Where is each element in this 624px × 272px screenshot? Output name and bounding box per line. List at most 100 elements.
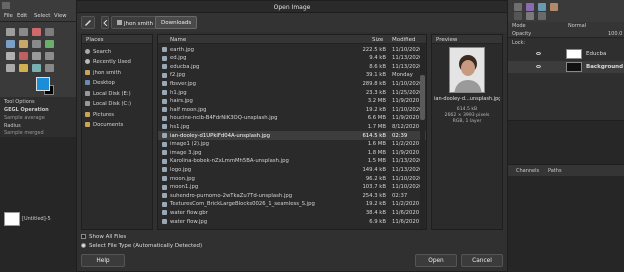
zoom-tool-icon[interactable] [45,64,54,72]
layer-thumbnail [566,49,582,59]
place-recently-used[interactable]: Recently Used [82,56,152,67]
file-row[interactable]: water flow.gbr 38.4 kB 11/6/2020 [158,208,426,217]
bucket-fill-tool-icon[interactable] [45,40,54,48]
gradients-icon[interactable] [550,3,558,11]
column-size-header[interactable]: Size [372,37,383,43]
radius-option[interactable]: Radius [4,123,21,129]
lock-label: Lock: [512,40,526,46]
scrollbar-thumb[interactable] [420,75,425,120]
file-row[interactable]: image 3.jpg 1.8 MB 11/9/2020 [158,148,426,157]
file-row[interactable]: ian-dooley-d1UPkiFd04A-unsplash.jpg 614.5… [158,131,426,140]
move-tool-icon[interactable] [6,28,15,36]
tab-paths[interactable]: Paths [548,168,562,174]
show-all-files-checkbox[interactable]: Show All Files [81,232,241,241]
warp-tool-icon[interactable] [19,40,28,48]
file-row[interactable]: Karolina-bobek-nZxLmmMh5BA-unsplash.jpg 1… [158,157,426,166]
mode-select[interactable]: Normal [568,23,586,29]
file-size: 1.6 MB [367,141,386,148]
file-row[interactable]: moon.jpg 96.2 kB 11/10/2020 [158,174,426,183]
place-disk-c[interactable]: Local Disk (C:) [82,98,152,109]
column-modified-header[interactable]: Modified [392,37,415,43]
file-row[interactable]: ed.jpg 9.4 kB 11/13/2020 [158,54,426,63]
patterns-icon[interactable] [526,3,534,11]
file-modified: 02:37 [392,192,408,199]
menu-select[interactable]: Select [34,13,50,19]
transform-tool-icon[interactable] [6,40,15,48]
file-modified: 11/9/2020 [392,149,420,156]
cancel-button[interactable]: Cancel [461,254,503,267]
preview-filename: ian-dooley-d...unsplash.jpg [434,96,500,102]
file-row[interactable]: logo.jpg 149.4 kB 11/13/2020 [158,165,426,174]
checkbox-box[interactable] [81,234,86,239]
tab-channels[interactable]: Channels [516,168,539,174]
place-documents[interactable]: Documents [82,119,152,130]
crop-tool-icon[interactable] [45,28,54,36]
place-desktop[interactable]: Desktop [82,77,152,88]
chevron-left-icon [103,19,108,27]
file-row[interactable]: f2.jpg 39.1 kB Monday [158,71,426,80]
file-row[interactable]: TexturesCom_BrickLargeBlocks0026_1_seaml… [158,200,426,209]
file-name: half moon.jpg [170,106,207,113]
menu-file[interactable]: File [4,13,13,19]
file-row[interactable]: hs1.jpg 1.7 MB 8/12/2020 [158,122,426,131]
smudge-tool-icon[interactable] [45,52,54,60]
color-picker-tool-icon[interactable] [32,64,41,72]
layers-tab-icon[interactable] [526,12,534,20]
file-row[interactable]: earth.jpg 222.5 kB 11/10/2020 [158,45,426,54]
free-select-tool-icon[interactable] [32,28,41,36]
file-row[interactable]: houcine-ncib-B4FdrNiK3OQ-unsplash.jpg 6.6… [158,114,426,123]
file-modified: 11/13/2020 [392,166,423,173]
column-name-header[interactable]: Name [170,37,186,43]
image-thumbnail[interactable] [4,212,20,226]
select-file-type-expander[interactable]: Select File Type (Automatically Detected… [81,241,241,250]
file-row[interactable]: moon1.jpg 103.7 kB 11/10/2020 [158,183,426,192]
file-row[interactable]: water flow.jpg 6.9 kB 11/6/2020 [158,217,426,226]
dialog-title: Open Image [273,4,311,11]
menu-edit[interactable]: Edit [17,13,27,19]
file-row[interactable]: half moon.jpg 19.2 kB 11/10/2020 [158,105,426,114]
expander-icon[interactable] [81,243,86,248]
place-label: Documents [93,121,124,128]
file-row[interactable]: hairs.jpg 3.2 MB 11/9/2020 [158,97,426,106]
clone-tool-icon[interactable] [32,52,41,60]
help-button[interactable]: Help [81,254,125,267]
text-tool-icon[interactable] [32,40,41,48]
eraser-tool-icon[interactable] [19,52,28,60]
pencil-icon [85,20,91,26]
file-name: moon.jpg [170,175,195,182]
layer-row[interactable]: Background [508,61,624,73]
file-list-scrollbar[interactable] [420,45,425,229]
path-left-arrow[interactable] [101,16,109,29]
file-row[interactable]: image1 (2).jpg 1.6 MB 11/2/2020 [158,140,426,149]
fonts-icon[interactable] [538,3,546,11]
dodge-tool-icon[interactable] [6,64,15,72]
history-icon[interactable] [514,12,522,20]
foreground-color-swatch[interactable] [36,77,50,91]
visibility-eye-icon[interactable] [536,65,541,68]
sample-average-option[interactable]: Sample average [4,115,45,121]
desktop-icon [85,80,90,85]
file-size: 289.8 kB [362,80,386,87]
path-button-user[interactable]: jhon smith [111,16,160,29]
type-location-button[interactable] [81,16,95,29]
paintbrush-tool-icon[interactable] [6,52,15,60]
file-row[interactable]: fbsver.jpg 289.8 kB 11/10/2020 [158,79,426,88]
file-size: 96.2 kB [365,175,386,182]
file-modified: 11/10/2020 [392,184,423,191]
opacity-value[interactable]: 100.0 [608,31,622,37]
file-row[interactable]: suhendro-purnomo-2wTkaZu7Td-unsplash.jpg… [158,191,426,200]
path-tool-icon[interactable] [19,64,28,72]
file-modified: 11/9/2020 [392,98,420,105]
rect-select-tool-icon[interactable] [19,28,28,36]
file-list-header: Name Size Modified [158,35,426,44]
open-button[interactable]: Open [415,254,457,267]
file-row[interactable]: h1.jpg 23.3 kB 11/25/2020 [158,88,426,97]
layer-row[interactable]: Educba [508,48,624,60]
brushes-icon[interactable] [514,3,522,11]
file-row[interactable]: educba.jpg 8.6 kB 11/13/2020 [158,62,426,71]
sample-merged-option[interactable]: Sample merged [4,130,44,136]
path-button-downloads[interactable]: Downloads [155,16,198,29]
visibility-eye-icon[interactable] [536,52,541,55]
channels-tab-icon[interactable] [538,12,546,20]
menu-view[interactable]: View [54,13,67,19]
